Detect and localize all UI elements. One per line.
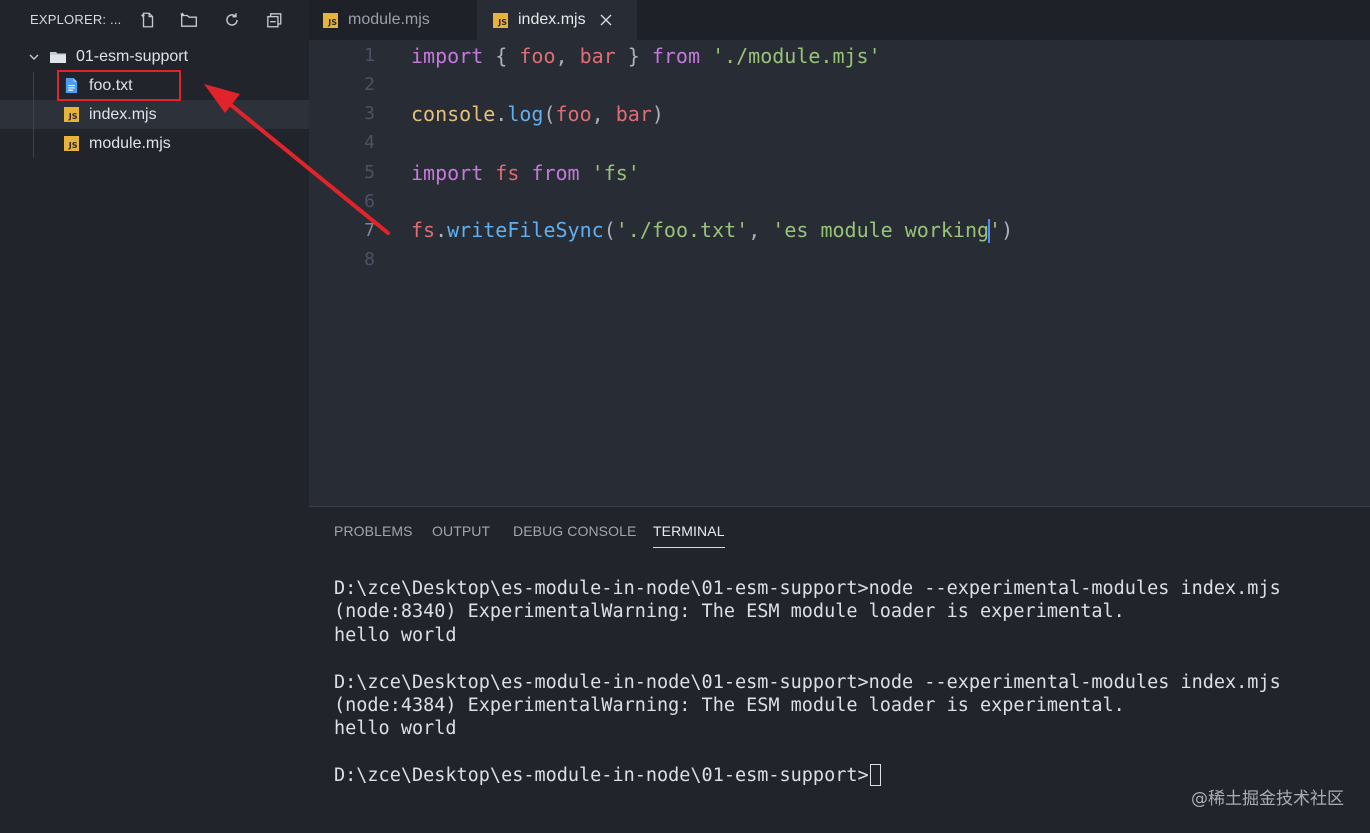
folder-open-icon: [50, 51, 66, 63]
terminal-line: hello world: [334, 624, 457, 646]
folder-label: 01-esm-support: [76, 47, 189, 65]
js-file-icon: JS: [62, 106, 80, 124]
code-editor[interactable]: 1 import { foo, bar } from './module.mjs…: [309, 40, 1370, 506]
new-folder-icon[interactable]: [178, 9, 200, 31]
tab-output[interactable]: OUTPUT: [432, 523, 490, 539]
js-badge: JS: [63, 107, 79, 122]
explorer-sidebar: EXPLORER: ... 01-esm-support foo.txt JS: [0, 0, 309, 833]
code-line: 8: [309, 245, 1370, 274]
editor-tab-bar: JS module.mjs JS index.mjs: [309, 0, 1370, 40]
terminal-cursor: [869, 764, 881, 787]
code-line: 4: [309, 128, 1370, 157]
text-cursor: [988, 219, 991, 244]
line-number: 6: [364, 191, 375, 212]
close-icon[interactable]: [598, 12, 614, 28]
chevron-down-icon: [29, 54, 39, 60]
file-item-index-mjs[interactable]: JS index.mjs: [0, 100, 309, 129]
code-text: console.log(foo, bar): [411, 101, 664, 126]
tab-label: module.mjs: [348, 11, 430, 28]
terminal-output[interactable]: D:\zce\Desktop\es-module-in-node\01-esm-…: [334, 577, 1281, 788]
new-file-icon[interactable]: [137, 9, 159, 31]
tab-index-mjs[interactable]: JS index.mjs: [477, 0, 637, 40]
line-number: 2: [364, 74, 375, 95]
code-line: 6: [309, 187, 1370, 216]
terminal-prompt: D:\zce\Desktop\es-module-in-node\01-esm-…: [334, 765, 869, 787]
tab-module-mjs[interactable]: JS module.mjs: [323, 0, 487, 40]
bottom-panel: PROBLEMS OUTPUT DEBUG CONSOLE TERMINAL D…: [309, 506, 1370, 833]
collapse-all-icon[interactable]: [263, 9, 285, 31]
file-label: index.mjs: [89, 105, 157, 123]
terminal-line: hello world: [334, 718, 457, 740]
explorer-header: EXPLORER: ...: [0, 0, 309, 40]
code-line-active: 7 fs.writeFileSync('./foo.txt', 'es modu…: [309, 216, 1370, 245]
line-number: 3: [364, 103, 375, 124]
indent-guide: [33, 72, 34, 158]
tab-debug-console[interactable]: DEBUG CONSOLE: [513, 523, 636, 539]
line-number: 5: [364, 162, 375, 183]
explorer-title: EXPLORER: ...: [30, 12, 122, 27]
file-label: module.mjs: [89, 134, 171, 152]
annotation-highlight-box: [57, 70, 181, 101]
line-number: 1: [364, 45, 375, 66]
tab-label: index.mjs: [518, 11, 586, 28]
code-text: fs.writeFileSync('./foo.txt', 'es module…: [411, 217, 1014, 244]
tab-terminal[interactable]: TERMINAL: [653, 523, 725, 548]
watermark: @稀土掘金技术社区: [1191, 789, 1344, 809]
js-file-icon: JS: [62, 135, 80, 153]
code-line: 5 import fs from 'fs': [309, 158, 1370, 187]
terminal-line: (node:8340) ExperimentalWarning: The ESM…: [334, 601, 1125, 623]
line-number: 7: [364, 220, 375, 241]
code-text: import { foo, bar } from './module.mjs': [411, 43, 881, 68]
terminal-line: ​: [334, 741, 1281, 764]
terminal-prompt-line: D:\zce\Desktop\es-module-in-node\01-esm-…: [334, 764, 1281, 787]
terminal-line: (node:4384) ExperimentalWarning: The ESM…: [334, 695, 1125, 717]
terminal-line: D:\zce\Desktop\es-module-in-node\01-esm-…: [334, 671, 1281, 693]
code-line: 3 console.log(foo, bar): [309, 99, 1370, 128]
code-line: 2: [309, 70, 1370, 99]
code-line: 1 import { foo, bar } from './module.mjs…: [309, 41, 1370, 70]
js-badge: JS: [63, 136, 79, 151]
refresh-icon[interactable]: [221, 9, 243, 31]
js-file-icon: JS: [323, 12, 338, 28]
line-number: 4: [364, 132, 375, 153]
tab-problems[interactable]: PROBLEMS: [334, 523, 413, 539]
folder-01-esm-support[interactable]: 01-esm-support: [0, 42, 309, 71]
file-item-module-mjs[interactable]: JS module.mjs: [0, 129, 309, 158]
terminal-line: D:\zce\Desktop\es-module-in-node\01-esm-…: [334, 578, 1281, 599]
code-text: import fs from 'fs': [411, 160, 640, 185]
js-file-icon: JS: [493, 12, 508, 28]
panel-tab-bar: PROBLEMS OUTPUT DEBUG CONSOLE TERMINAL: [309, 507, 1370, 555]
terminal-line: ​: [334, 647, 1281, 670]
line-number: 8: [364, 249, 375, 270]
